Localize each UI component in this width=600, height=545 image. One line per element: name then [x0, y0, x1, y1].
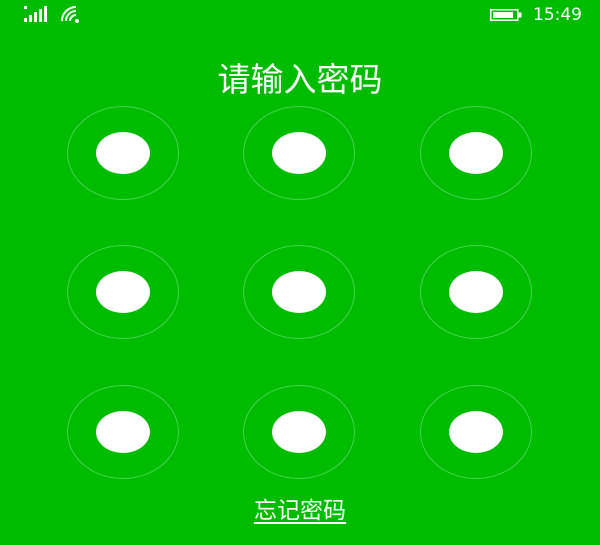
pattern-dot-2[interactable] [243, 106, 355, 200]
pattern-dot-center [449, 132, 503, 174]
status-bar: 15:49 [0, 0, 600, 30]
wifi-icon [61, 6, 79, 23]
pattern-dot-3[interactable] [420, 106, 532, 200]
pattern-dot-center [96, 411, 150, 453]
pattern-dot-9[interactable] [420, 385, 532, 479]
pattern-dot-8[interactable] [243, 385, 355, 479]
pattern-dot-center [96, 132, 150, 174]
pattern-dot-center [449, 411, 503, 453]
pattern-dot-7[interactable] [67, 385, 179, 479]
pattern-dot-1[interactable] [67, 106, 179, 200]
cellular-signal-icon [24, 6, 47, 22]
pattern-dot-center [272, 411, 326, 453]
status-time: 15:49 [533, 5, 582, 25]
forgot-password-link[interactable]: 忘记密码 [0, 496, 600, 526]
pattern-dot-center [96, 271, 150, 313]
pattern-dot-4[interactable] [67, 245, 179, 339]
pattern-dot-center [272, 132, 326, 174]
pattern-dot-center [272, 271, 326, 313]
battery-icon [490, 9, 522, 21]
page-title: 请输入密码 [217, 60, 383, 99]
pattern-dot-center [449, 271, 503, 313]
pattern-dot-6[interactable] [420, 245, 532, 339]
pattern-dot-5[interactable] [243, 245, 355, 339]
pattern-lock-screen: 15:49 请输入密码 忘记密码 [0, 0, 600, 545]
